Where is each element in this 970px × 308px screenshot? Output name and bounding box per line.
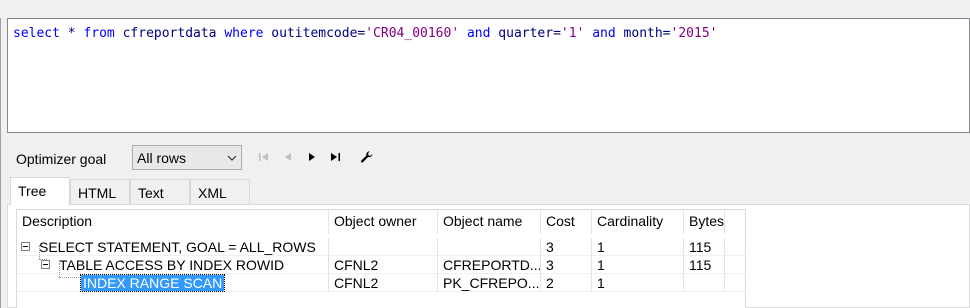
wrench-icon[interactable] bbox=[359, 149, 375, 165]
column-header-cost[interactable]: Cost bbox=[541, 210, 592, 234]
column-header-description[interactable]: Description bbox=[17, 210, 329, 234]
row-cardinality: 1 bbox=[592, 238, 684, 256]
chevron-down-icon bbox=[227, 155, 237, 161]
next-icon[interactable] bbox=[304, 149, 320, 165]
plan-panel: Description Object owner Object name Cos… bbox=[7, 204, 970, 308]
output-tabs: Tree HTML Text XML bbox=[7, 177, 970, 206]
optimizer-goal-select[interactable]: All rows bbox=[132, 145, 242, 170]
column-header-object-owner[interactable]: Object owner bbox=[329, 210, 438, 234]
row-cost: 2 bbox=[541, 274, 592, 292]
first-icon[interactable] bbox=[256, 149, 272, 165]
optimizer-goal-value: All rows bbox=[137, 150, 187, 166]
table-row-selected[interactable]: INDEX RANGE SCAN CFNL2 PK_CFREPO... 2 1 bbox=[17, 274, 745, 292]
row-object-owner: CFNL2 bbox=[329, 256, 438, 274]
sql-editor[interactable]: select * from cfreportdata where outitem… bbox=[7, 18, 970, 133]
explain-plan-grid[interactable]: Description Object owner Object name Cos… bbox=[16, 209, 746, 308]
plan-toolbar: Optimizer goal All rows bbox=[7, 144, 970, 172]
table-row[interactable]: TABLE ACCESS BY INDEX ROWID CFNL2 CFREPO… bbox=[17, 256, 745, 274]
sql-token: cfreportdata bbox=[114, 26, 225, 41]
row-description: INDEX RANGE SCAN bbox=[17, 274, 329, 292]
row-object-owner bbox=[329, 238, 438, 256]
tab-tree[interactable]: Tree bbox=[10, 177, 70, 206]
row-cost: 3 bbox=[541, 238, 592, 256]
table-row[interactable]: SELECT STATEMENT, GOAL = ALL_ROWS 3 1 11… bbox=[17, 238, 745, 256]
tab-text[interactable]: Text bbox=[130, 179, 190, 205]
tab-html[interactable]: HTML bbox=[70, 179, 130, 205]
sql-token: month= bbox=[615, 26, 671, 41]
row-object-name bbox=[438, 238, 541, 256]
collapse-icon[interactable] bbox=[41, 260, 50, 269]
sql-token: select bbox=[13, 26, 60, 41]
row-description: TABLE ACCESS BY INDEX ROWID bbox=[17, 256, 329, 274]
column-header-object-name[interactable]: Object name bbox=[438, 210, 541, 234]
sql-token: quarter= bbox=[490, 26, 561, 41]
sql-token: * bbox=[59, 26, 84, 41]
sql-token: '2015' bbox=[670, 26, 718, 41]
optimizer-goal-label: Optimizer goal bbox=[16, 151, 107, 167]
row-description: SELECT STATEMENT, GOAL = ALL_ROWS bbox=[17, 238, 329, 256]
sql-token: where bbox=[224, 26, 264, 41]
row-bytes: 115 bbox=[684, 238, 725, 256]
column-header-bytes[interactable]: Bytes bbox=[684, 210, 725, 234]
sql-token: '1' bbox=[560, 26, 585, 41]
last-icon[interactable] bbox=[328, 149, 344, 165]
row-object-owner: CFNL2 bbox=[329, 274, 438, 292]
row-cardinality: 1 bbox=[592, 274, 684, 292]
grid-header: Description Object owner Object name Cos… bbox=[17, 210, 745, 234]
selected-description: INDEX RANGE SCAN bbox=[79, 274, 226, 292]
row-object-name: PK_CFREPO... bbox=[438, 274, 541, 292]
row-object-name: CFREPORTD... bbox=[438, 256, 541, 274]
sql-token: and bbox=[592, 26, 616, 41]
sql-token: outitemcode= bbox=[263, 26, 366, 41]
row-cardinality: 1 bbox=[592, 256, 684, 274]
row-cost: 3 bbox=[541, 256, 592, 274]
sql-token: and bbox=[466, 26, 491, 41]
row-bytes: 115 bbox=[684, 256, 725, 274]
previous-icon[interactable] bbox=[280, 149, 296, 165]
sql-text[interactable]: select * from cfreportdata where outitem… bbox=[13, 26, 717, 42]
collapse-icon[interactable] bbox=[21, 242, 30, 251]
sql-token: from bbox=[83, 26, 115, 41]
tab-xml[interactable]: XML bbox=[190, 179, 250, 205]
column-header-cardinality[interactable]: Cardinality bbox=[592, 210, 684, 234]
row-bytes bbox=[684, 274, 725, 292]
window-left-edge bbox=[0, 18, 1, 308]
sql-token: 'CR04_00160' bbox=[365, 26, 460, 41]
